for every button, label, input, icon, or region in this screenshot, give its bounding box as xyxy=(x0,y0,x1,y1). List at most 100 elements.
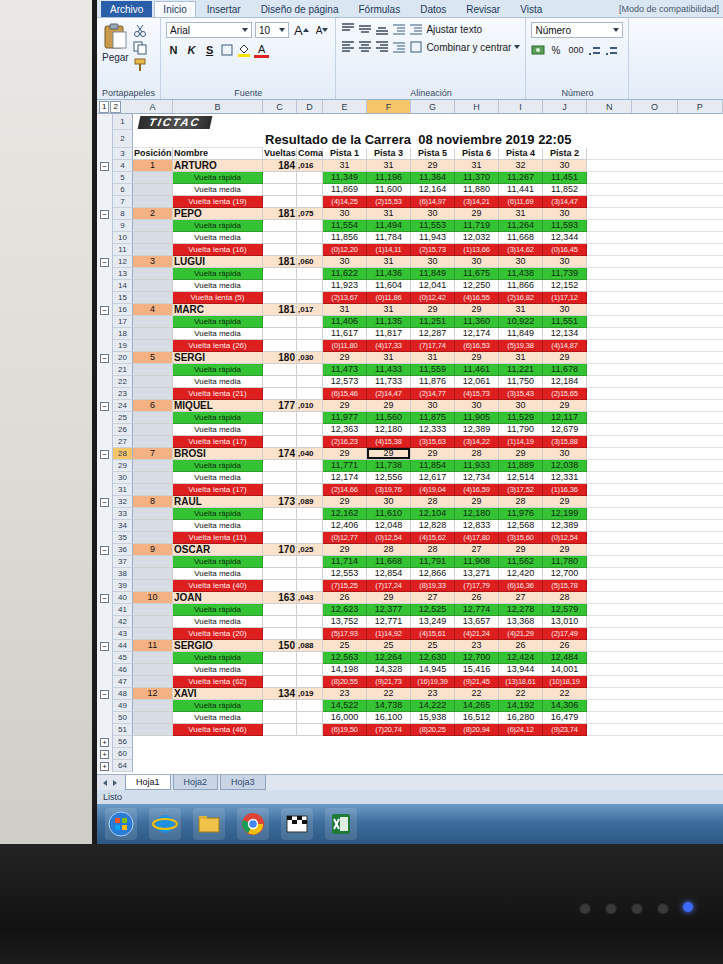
lap-label-cell[interactable]: Vuelta media xyxy=(173,184,263,196)
laps-cell[interactable]: 174 xyxy=(263,448,297,460)
track-laps-cell[interactable]: 25 xyxy=(323,640,367,652)
row-header[interactable]: 26 xyxy=(113,424,133,436)
lap-time-cell[interactable]: (2)15,65 xyxy=(543,388,587,400)
column-title[interactable]: Vueltas xyxy=(263,148,297,160)
decimal-cell[interactable]: ,016 xyxy=(297,160,323,172)
row-header[interactable]: 9 xyxy=(113,220,133,232)
collapse-button[interactable]: − xyxy=(100,690,109,699)
expand-button[interactable]: + xyxy=(100,750,109,759)
lap-label-cell[interactable]: Vuelta rápida xyxy=(173,364,263,376)
track-laps-cell[interactable]: 22 xyxy=(455,688,499,700)
laps-cell[interactable]: 181 xyxy=(263,208,297,220)
track-laps-cell[interactable]: 27 xyxy=(499,592,543,604)
lap-time-cell[interactable]: 11,790 xyxy=(499,424,543,436)
lap-time-cell[interactable]: (0)16,45 xyxy=(543,244,587,256)
track-laps-cell[interactable]: 30 xyxy=(411,400,455,412)
lap-time-cell[interactable]: 12,048 xyxy=(367,520,411,532)
lap-time-cell[interactable]: 14,738 xyxy=(367,700,411,712)
lap-label-cell[interactable]: Vuelta lenta (17) xyxy=(173,484,263,496)
lap-time-cell[interactable]: 11,438 xyxy=(499,268,543,280)
lap-time-cell[interactable]: 11,551 xyxy=(543,316,587,328)
lap-time-cell[interactable]: 11,461 xyxy=(455,364,499,376)
previous-sheet-icon[interactable] xyxy=(101,779,109,787)
row-header[interactable]: 4 xyxy=(113,160,133,172)
lap-time-cell[interactable]: 16,100 xyxy=(367,712,411,724)
position-cell[interactable]: 11 xyxy=(133,640,173,652)
lap-time-cell[interactable]: 11,668 xyxy=(499,232,543,244)
position-cell[interactable]: 2 xyxy=(133,208,173,220)
lap-time-cell[interactable]: 11,562 xyxy=(499,556,543,568)
track-laps-cell[interactable]: 31 xyxy=(323,160,367,172)
lap-time-cell[interactable]: 11,593 xyxy=(543,220,587,232)
collapse-button[interactable]: − xyxy=(100,162,109,171)
laps-cell[interactable]: 180 xyxy=(263,352,297,364)
lap-time-cell[interactable]: 12,278 xyxy=(499,604,543,616)
start-button[interactable] xyxy=(105,808,137,840)
monitor-button[interactable] xyxy=(579,902,591,914)
lap-time-cell[interactable]: 12,389 xyxy=(455,424,499,436)
lap-time-cell[interactable]: 11,875 xyxy=(411,412,455,424)
lap-time-cell[interactable]: (0)12,54 xyxy=(367,532,411,544)
ribbon-tab[interactable]: Inicio xyxy=(154,1,195,17)
collapse-button[interactable]: − xyxy=(100,450,109,459)
lap-time-cell[interactable]: (3)14,47 xyxy=(543,196,587,208)
track-laps-cell[interactable]: 31 xyxy=(367,160,411,172)
row-header[interactable]: 40 xyxy=(113,592,133,604)
row-header[interactable]: 60 xyxy=(113,748,133,760)
lap-label-cell[interactable]: Vuelta lenta (46) xyxy=(173,724,263,736)
track-laps-cell[interactable]: 28 xyxy=(411,544,455,556)
track-laps-cell[interactable]: 31 xyxy=(323,304,367,316)
row-header[interactable]: 29 xyxy=(113,460,133,472)
lap-time-cell[interactable]: (0)12,20 xyxy=(323,244,367,256)
lap-time-cell[interactable]: 11,714 xyxy=(323,556,367,568)
lap-label-cell[interactable]: Vuelta media xyxy=(173,520,263,532)
lap-time-cell[interactable]: 12,484 xyxy=(543,652,587,664)
lap-time-cell[interactable]: (16)19,39 xyxy=(411,676,455,688)
lap-time-cell[interactable]: 14,222 xyxy=(411,700,455,712)
row-header[interactable]: 44 xyxy=(113,640,133,652)
row-header[interactable]: 28 xyxy=(113,448,133,460)
lap-time-cell[interactable]: 11,738 xyxy=(367,460,411,472)
lap-time-cell[interactable]: (7)20,74 xyxy=(367,724,411,736)
lap-time-cell[interactable]: 11,733 xyxy=(367,376,411,388)
track-laps-cell[interactable]: 22 xyxy=(367,688,411,700)
lap-time-cell[interactable]: 12,406 xyxy=(323,520,367,532)
lap-time-cell[interactable]: (2)16,82 xyxy=(499,292,543,304)
lap-time-cell[interactable]: 11,889 xyxy=(499,460,543,472)
lap-time-cell[interactable]: 16,000 xyxy=(323,712,367,724)
lap-time-cell[interactable]: (1)16,36 xyxy=(543,484,587,496)
monitor-button[interactable] xyxy=(657,902,669,914)
decimal-cell[interactable]: ,089 xyxy=(297,496,323,508)
track-laps-cell[interactable]: 28 xyxy=(411,496,455,508)
column-header[interactable]: O xyxy=(632,100,677,113)
row-header[interactable]: 51 xyxy=(113,724,133,736)
position-cell[interactable]: 3 xyxy=(133,256,173,268)
wrap-text-button[interactable]: Ajustar texto xyxy=(409,22,482,36)
lap-time-cell[interactable]: 11,267 xyxy=(499,172,543,184)
track-laps-cell[interactable]: 31 xyxy=(367,352,411,364)
laps-cell[interactable]: 170 xyxy=(263,544,297,556)
row-header[interactable]: 31 xyxy=(113,484,133,496)
track-laps-cell[interactable]: 32 xyxy=(499,160,543,172)
ribbon-tab[interactable]: Vista xyxy=(511,1,551,17)
track-laps-cell[interactable]: 22 xyxy=(499,688,543,700)
lap-time-cell[interactable]: 13,657 xyxy=(455,616,499,628)
row-header[interactable]: 8 xyxy=(113,208,133,220)
lap-time-cell[interactable]: 11,678 xyxy=(543,364,587,376)
lap-time-cell[interactable]: 15,416 xyxy=(455,664,499,676)
lap-time-cell[interactable]: 13,368 xyxy=(499,616,543,628)
lap-time-cell[interactable]: 11,610 xyxy=(367,508,411,520)
lap-time-cell[interactable]: 12,331 xyxy=(543,472,587,484)
lap-label-cell[interactable]: Vuelta media xyxy=(173,568,263,580)
lap-label-cell[interactable]: Vuelta lenta (19) xyxy=(173,196,263,208)
lap-time-cell[interactable]: 10,922 xyxy=(499,316,543,328)
row-header[interactable]: 18 xyxy=(113,328,133,340)
lap-label-cell[interactable]: Vuelta rápida xyxy=(173,172,263,184)
column-header[interactable]: N xyxy=(587,100,632,113)
track-laps-cell[interactable]: 28 xyxy=(543,592,587,604)
lap-time-cell[interactable]: 13,752 xyxy=(323,616,367,628)
laps-cell[interactable]: 181 xyxy=(263,256,297,268)
lap-time-cell[interactable]: 11,196 xyxy=(367,172,411,184)
lap-time-cell[interactable]: 11,135 xyxy=(367,316,411,328)
lap-time-cell[interactable]: 12,061 xyxy=(455,376,499,388)
